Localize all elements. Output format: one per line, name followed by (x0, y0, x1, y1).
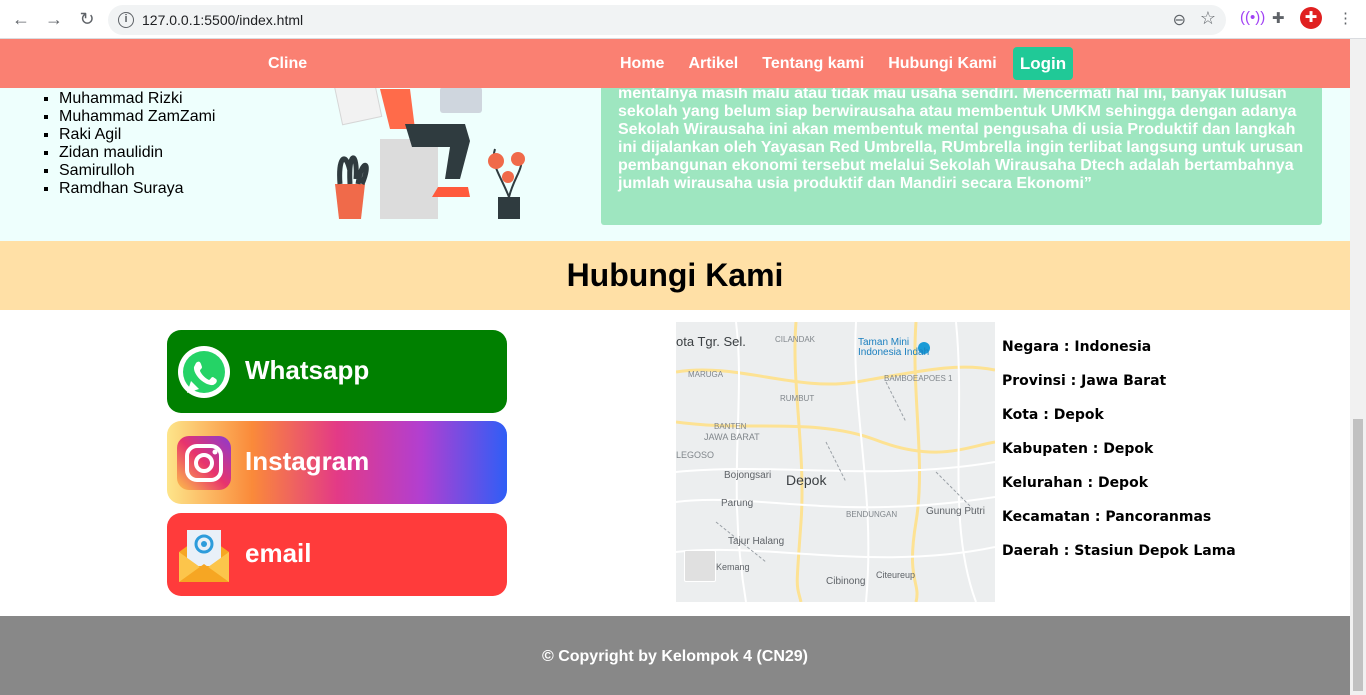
address-daerah: Daerah : Stasiun Depok Lama (1002, 543, 1236, 559)
bookmark-star-icon[interactable]: ☆ (1200, 8, 1216, 29)
map-label: LEGOSO (676, 450, 715, 460)
forward-icon[interactable]: → (43, 8, 65, 30)
map-label: Citeureup (876, 570, 916, 580)
list-item: Ramdhan Suraya (59, 180, 215, 198)
person-laptop-illustration (333, 79, 525, 219)
email-icon (179, 530, 229, 582)
whatsapp-icon (178, 346, 230, 398)
map-label: BAMBOEAPOES 1 (884, 374, 953, 383)
reload-icon[interactable]: ↻ (76, 8, 98, 30)
map-label: Bojongsari (724, 470, 772, 481)
whatsapp-label: Whatsapp (245, 355, 370, 385)
list-item: Samirulloh (59, 162, 215, 180)
back-icon[interactable]: ← (10, 8, 32, 30)
nav-artikel[interactable]: Artikel (688, 55, 738, 73)
map-label: Depok (786, 472, 827, 488)
quote-text: mentalnya masih malu atau tidak mau usah… (618, 85, 1304, 192)
nav-tentang-kami[interactable]: Tentang kami (762, 55, 864, 73)
embedded-map[interactable]: ota Tgr. Sel. Taman Mini Indonesia Indah… (676, 322, 995, 602)
map-label: RUMBUT (780, 394, 815, 403)
footer: © Copyright by Kelompok 4 (CN29) (0, 616, 1350, 695)
contact-header: Hubungi Kami (0, 241, 1350, 310)
map-label: JAWA BARAT (704, 432, 760, 442)
instagram-icon (177, 436, 231, 490)
map-label: Gunung Putri (926, 506, 985, 517)
page-viewport: Muhammad Rizki Muhammad ZamZami Raki Agi… (0, 39, 1350, 695)
map-label: CILANDAK (775, 335, 816, 344)
instagram-button[interactable]: Instagram (167, 421, 507, 504)
map-label: Taman Mini Indonesia Indah (858, 337, 930, 358)
scrollbar-thumb[interactable] (1353, 419, 1363, 691)
address-list: Negara : Indonesia Provinsi : Jawa Barat… (1002, 339, 1236, 577)
info-icon[interactable]: i (118, 12, 134, 28)
address-kecamatan: Kecamatan : Pancoranmas (1002, 509, 1212, 525)
quote-box: mentalnya masih malu atau tidak mau usah… (601, 69, 1322, 225)
map-label: BENDUNGAN (846, 510, 898, 519)
list-item: Muhammad Rizki (59, 90, 215, 108)
map-label: Parung (721, 498, 754, 509)
map-label: Tajur Halang (728, 536, 785, 547)
nav-menu: Home Artikel Tentang kami Hubungi Kami (620, 55, 1021, 73)
copyright-text: © Copyright by Kelompok 4 (CN29) (541, 648, 809, 665)
address-negara: Negara : Indonesia (1002, 339, 1152, 355)
cast-icon[interactable]: ((•)) (1240, 9, 1265, 26)
map-layer-button[interactable] (684, 550, 716, 582)
nav-hubungi-kami[interactable]: Hubungi Kami (888, 55, 996, 73)
list-item: Raki Agil (59, 126, 215, 144)
page-scrollbar[interactable] (1350, 39, 1366, 695)
address-kabupaten: Kabupaten : Depok (1002, 441, 1154, 457)
email-label: email (245, 538, 312, 568)
map-label: ota Tgr. Sel. (676, 334, 746, 349)
brand-logo[interactable]: Cline (268, 55, 307, 73)
nav-home[interactable]: Home (620, 55, 664, 73)
browser-toolbar: ← → ↻ i 127.0.0.1:5500/index.html ⊖ ☆ ((… (0, 0, 1366, 39)
menu-kebab-icon[interactable]: ⋮ (1338, 9, 1353, 27)
list-item: Zidan maulidin (59, 144, 215, 162)
list-item: Muhammad ZamZami (59, 108, 215, 126)
url-text[interactable]: 127.0.0.1:5500/index.html (142, 12, 303, 28)
address-kelurahan: Kelurahan : Depok (1002, 475, 1149, 491)
instagram-label: Instagram (245, 446, 370, 476)
member-list: Muhammad Rizki Muhammad ZamZami Raki Agi… (59, 90, 215, 198)
address-kota: Kota : Depok (1002, 407, 1104, 423)
map-canvas (676, 322, 995, 602)
map-label: Kemang (716, 562, 750, 572)
map-label: BANTEN (714, 422, 747, 431)
profile-avatar[interactable]: ✚ (1300, 7, 1322, 29)
extensions-icon[interactable]: ✚ (1272, 9, 1285, 27)
section-title: Hubungi Kami (566, 257, 784, 293)
navbar: Cline Home Artikel Tentang kami Hubungi … (0, 39, 1350, 88)
address-bar[interactable]: i 127.0.0.1:5500/index.html ⊖ ☆ (108, 5, 1226, 35)
map-label: Cibinong (826, 576, 866, 587)
whatsapp-button[interactable]: Whatsapp (167, 330, 507, 413)
address-provinsi: Provinsi : Jawa Barat (1002, 373, 1167, 389)
login-button[interactable]: Login (1013, 47, 1073, 80)
email-button[interactable]: email (167, 513, 507, 596)
map-label: MARUGA (688, 370, 724, 379)
zoom-icon[interactable]: ⊖ (1173, 10, 1186, 30)
